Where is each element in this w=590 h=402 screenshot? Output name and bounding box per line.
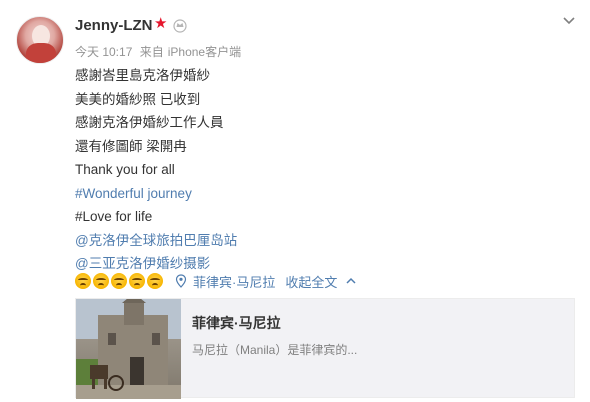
content-line: Thank you for all (75, 162, 175, 177)
location-link[interactable]: 菲律宾·马尼拉 (193, 272, 275, 291)
location-card-description: 马尼拉（Manila）是菲律宾的... (192, 343, 358, 357)
emoji-icon (93, 273, 109, 289)
emoji-icon (111, 273, 127, 289)
mention-link[interactable]: @克洛伊全球旅拍巴厘岛站 (75, 229, 237, 253)
content-line: 美美的婚紗照 已收到 (75, 91, 201, 107)
location-card-image (76, 299, 181, 399)
emoji-icon (75, 273, 91, 289)
crown-icon[interactable] (172, 17, 188, 33)
username[interactable]: Jenny-LZN (75, 17, 153, 34)
avatar-dress (26, 43, 56, 63)
chevron-down-icon[interactable] (561, 12, 577, 28)
post-tail-row: 菲律宾·马尼拉 收起全文 (75, 270, 357, 292)
content-line: 感謝峇里島克洛伊婚紗 (75, 68, 210, 83)
emoji-icon (147, 273, 163, 289)
location-pin-icon (175, 274, 187, 288)
source-prefix: 来自 (139, 45, 164, 59)
avatar[interactable] (16, 16, 64, 64)
church-illustration (76, 299, 181, 399)
content-line: 感謝克洛伊婚紗工作人員 (75, 115, 224, 130)
chevron-up-icon[interactable] (345, 275, 357, 287)
hashtag-link[interactable]: #Wonderful journey (75, 182, 237, 206)
content-line: #Love for life (75, 209, 153, 224)
post-time[interactable]: 今天 10:17 (75, 45, 132, 59)
vip-star-icon[interactable]: ★ (154, 16, 170, 32)
emoji-icon (129, 273, 145, 289)
post-meta: 今天 10:17 来自 iPhone客户端 (75, 43, 245, 60)
location-card[interactable]: 菲律宾·马尼拉 马尼拉（Manila）是菲律宾的... (75, 298, 575, 399)
source-client[interactable]: iPhone客户端 (168, 45, 241, 59)
content-line: 還有修圖師 梁開冉 (75, 138, 187, 154)
location-card-title[interactable]: 菲律宾·马尼拉 (192, 313, 281, 333)
collapse-button[interactable]: 收起全文 (285, 272, 337, 291)
post-content: 感謝峇里島克洛伊婚紗 美美的婚紗照 已收到 感謝克洛伊婚紗工作人員 還有修圖師 … (75, 64, 237, 276)
